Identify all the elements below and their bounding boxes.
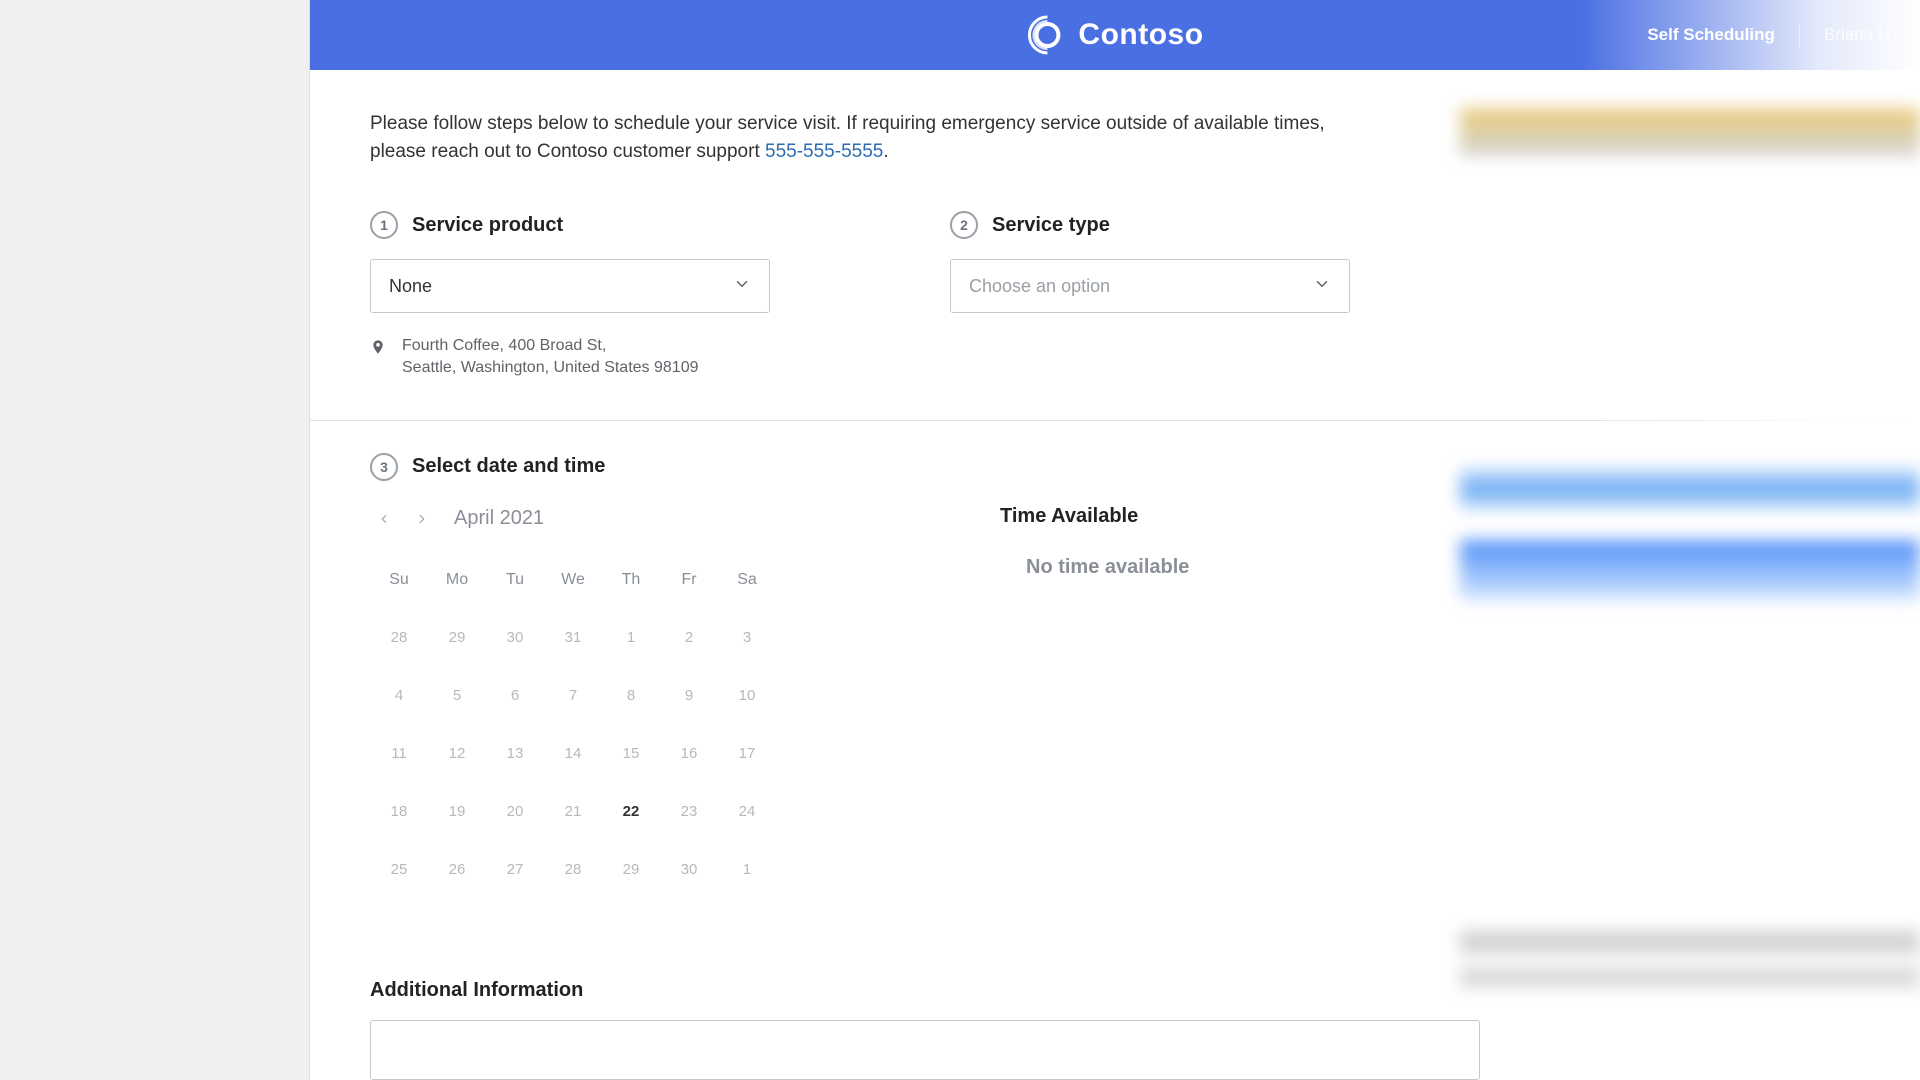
calendar-dow: Su [370, 551, 428, 609]
calendar-day[interactable]: 26 [428, 841, 486, 899]
calendar-day[interactable]: 19 [428, 783, 486, 841]
calendar-dow: Mo [428, 551, 486, 609]
step-service-product: 1 Service product None [370, 211, 770, 380]
calendar-dow: We [544, 551, 602, 609]
time-available-heading: Time Available [1000, 505, 1189, 528]
calendar-day[interactable]: 22 [602, 783, 660, 841]
calendar-day[interactable]: 30 [660, 841, 718, 899]
step-badge-1: 1 [370, 211, 398, 239]
intro-text: Please follow steps below to schedule yo… [370, 110, 1350, 165]
calendar-day[interactable]: 11 [370, 725, 428, 783]
background-window-peek [1460, 108, 1920, 156]
calendar-day[interactable]: 15 [602, 725, 660, 783]
location-pin-icon [370, 337, 386, 380]
calendar-day[interactable]: 31 [544, 609, 602, 667]
background-window-peek [1460, 540, 1920, 600]
service-location: Fourth Coffee, 400 Broad St, Seattle, Wa… [370, 335, 770, 380]
calendar-day[interactable]: 29 [602, 841, 660, 899]
calendar-day[interactable]: 29 [428, 609, 486, 667]
calendar-day[interactable]: 24 [718, 783, 776, 841]
intro-after: . [883, 141, 888, 162]
calendar-day[interactable]: 8 [602, 667, 660, 725]
calendar-dow: Th [602, 551, 660, 609]
calendar-dow: Fr [660, 551, 718, 609]
calendar: April 2021 SuMoTuWeThFrSa282930311234567… [370, 505, 800, 899]
service-type-placeholder: Choose an option [969, 276, 1110, 297]
calendar-day[interactable]: 3 [718, 609, 776, 667]
background-window-peek [1460, 966, 1920, 988]
step-badge-3: 3 [370, 453, 398, 481]
time-available-panel: Time Available No time available [1000, 505, 1189, 899]
calendar-day[interactable]: 20 [486, 783, 544, 841]
section-divider [310, 420, 1920, 421]
calendar-day[interactable]: 14 [544, 725, 602, 783]
calendar-day[interactable]: 18 [370, 783, 428, 841]
calendar-day[interactable]: 4 [370, 667, 428, 725]
step-date-time: 3 Select date and time April 2021 [370, 453, 1860, 899]
nav-user-name[interactable]: Briana H [1824, 25, 1890, 45]
calendar-day[interactable]: 1 [718, 841, 776, 899]
calendar-day[interactable]: 1 [602, 609, 660, 667]
step-title-product: Service product [412, 214, 563, 237]
nav-self-scheduling[interactable]: Self Scheduling [1647, 25, 1775, 45]
calendar-day[interactable]: 28 [544, 841, 602, 899]
brand-name: Contoso [1078, 18, 1203, 52]
chevron-down-icon [1313, 275, 1331, 298]
contoso-logo-icon [1026, 14, 1068, 56]
calendar-day[interactable]: 5 [428, 667, 486, 725]
calendar-day[interactable]: 16 [660, 725, 718, 783]
calendar-prev-button[interactable] [370, 505, 398, 533]
calendar-day[interactable]: 6 [486, 667, 544, 725]
no-time-available: No time available [1026, 556, 1189, 579]
calendar-day[interactable]: 28 [370, 609, 428, 667]
support-phone-link[interactable]: 555-555-5555 [765, 141, 883, 162]
step-badge-2: 2 [950, 211, 978, 239]
calendar-month-label: April 2021 [454, 507, 544, 530]
calendar-day[interactable]: 17 [718, 725, 776, 783]
calendar-day[interactable]: 21 [544, 783, 602, 841]
calendar-day[interactable]: 25 [370, 841, 428, 899]
location-line-2: Seattle, Washington, United States 98109 [402, 357, 698, 379]
step-service-type: 2 Service type Choose an option [950, 211, 1350, 380]
service-product-value: None [389, 276, 432, 297]
calendar-day[interactable]: 2 [660, 609, 718, 667]
calendar-day[interactable]: 7 [544, 667, 602, 725]
step-title-type: Service type [992, 214, 1110, 237]
calendar-day[interactable]: 10 [718, 667, 776, 725]
calendar-day[interactable]: 12 [428, 725, 486, 783]
service-type-select[interactable]: Choose an option [950, 259, 1350, 313]
calendar-dow: Sa [718, 551, 776, 609]
brand-logo: Contoso [1026, 14, 1203, 56]
additional-information-section: Additional Information [370, 979, 1860, 1080]
nav-divider [1799, 23, 1800, 47]
calendar-day[interactable]: 9 [660, 667, 718, 725]
additional-information-input[interactable] [370, 1020, 1480, 1080]
chevron-down-icon [733, 275, 751, 298]
calendar-next-button[interactable] [408, 505, 436, 533]
location-line-1: Fourth Coffee, 400 Broad St, [402, 335, 698, 357]
left-sidebar [0, 0, 310, 1080]
calendar-day[interactable]: 27 [486, 841, 544, 899]
calendar-day[interactable]: 13 [486, 725, 544, 783]
calendar-day[interactable]: 23 [660, 783, 718, 841]
background-window-peek [1460, 930, 1920, 954]
background-window-peek [1460, 468, 1920, 510]
top-bar: Contoso Self Scheduling Briana H [310, 0, 1920, 70]
calendar-dow: Tu [486, 551, 544, 609]
service-product-select[interactable]: None [370, 259, 770, 313]
step-title-datetime: Select date and time [412, 455, 605, 478]
calendar-day[interactable]: 30 [486, 609, 544, 667]
